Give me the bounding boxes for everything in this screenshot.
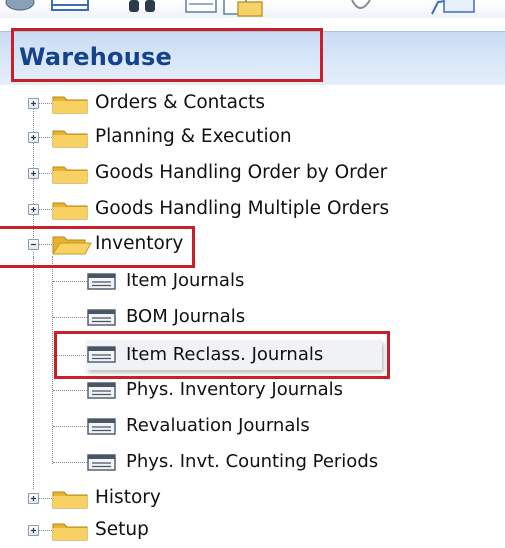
tree-node-label: Goods Handling Multiple Orders	[95, 198, 390, 219]
tree-node-label: Goods Handling Order by Order	[95, 162, 388, 183]
tree-node-label: Orders & Contacts	[95, 92, 266, 113]
folder-icon	[52, 130, 88, 148]
tree-node-label: Setup	[95, 519, 149, 540]
journal-icon	[87, 418, 116, 435]
tree-node-label: History	[95, 487, 161, 508]
tree-node-orders-contacts[interactable]: Orders & Contacts	[0, 90, 400, 118]
inventory-highlight-frame	[0, 226, 195, 268]
tree-node-goods-handling-multiple-orders[interactable]: Goods Handling Multiple Orders	[0, 196, 450, 224]
expand-icon[interactable]	[28, 132, 39, 143]
expand-icon[interactable]	[28, 98, 39, 109]
expand-icon[interactable]	[28, 168, 39, 179]
journal-icon	[87, 454, 116, 471]
tree-node-history[interactable]: History	[0, 485, 200, 513]
folder-icon	[52, 96, 88, 114]
expand-icon[interactable]	[28, 493, 39, 504]
tree-item-label: Phys. Invt. Counting Periods	[126, 451, 379, 472]
tree-node-setup[interactable]: Setup	[0, 517, 200, 545]
folder-icon	[52, 166, 88, 184]
tree-item-revaluation-journals[interactable]: Revaluation Journals	[0, 412, 400, 440]
tree-item-phys-inventory-journals[interactable]: Phys. Inventory Journals	[0, 376, 400, 404]
tree-node-planning-execution[interactable]: Planning & Execution	[0, 124, 400, 152]
journal-icon	[87, 382, 116, 399]
folder-icon	[52, 523, 88, 541]
expand-icon[interactable]	[28, 525, 39, 536]
navigation-tree: Orders & Contacts Planning & Execution G…	[0, 0, 505, 548]
tree-item-bom-journals[interactable]: BOM Journals	[0, 303, 300, 331]
tree-item-item-journals[interactable]: Item Journals	[0, 267, 300, 295]
tree-item-label: Item Journals	[126, 270, 245, 291]
tree-node-goods-handling-order-by-order[interactable]: Goods Handling Order by Order	[0, 160, 440, 188]
journal-icon	[87, 273, 116, 290]
tree-item-label: Phys. Inventory Journals	[126, 379, 344, 400]
tree-item-phys-invt-counting-periods[interactable]: Phys. Invt. Counting Periods	[0, 448, 450, 476]
folder-icon	[52, 202, 88, 220]
tree-item-label: Revaluation Journals	[126, 415, 310, 436]
tree-node-label: Planning & Execution	[95, 126, 292, 147]
journal-icon	[87, 309, 116, 326]
folder-icon	[52, 491, 88, 509]
tree-item-label: BOM Journals	[126, 306, 246, 327]
item-reclass-highlight-frame	[54, 331, 390, 379]
expand-icon[interactable]	[28, 204, 39, 215]
